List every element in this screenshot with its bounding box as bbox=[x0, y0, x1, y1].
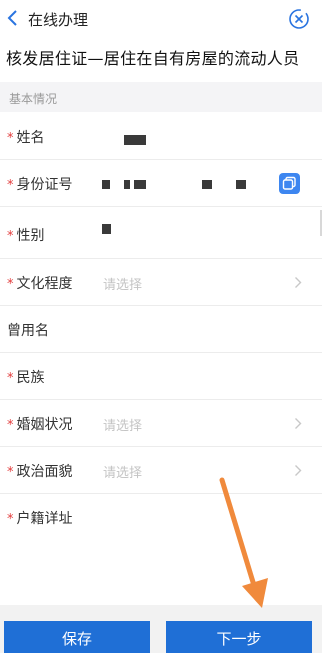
close-circle-icon[interactable] bbox=[288, 8, 310, 30]
redacted-block bbox=[236, 180, 246, 189]
required-mark: * bbox=[7, 512, 14, 527]
field-label: * 民族 bbox=[7, 370, 45, 386]
field-label: * 性别 bbox=[7, 228, 45, 244]
chevron-right-icon bbox=[295, 465, 302, 476]
redacted-block bbox=[124, 180, 130, 189]
back-icon[interactable] bbox=[4, 8, 22, 28]
field-label: * 户籍详址 bbox=[7, 511, 73, 527]
save-button[interactable]: 保存 bbox=[4, 621, 150, 653]
field-row-household-address[interactable]: * 户籍详址 bbox=[0, 494, 322, 604]
field-row-ethnicity[interactable]: * 民族 bbox=[0, 353, 322, 400]
copy-icon bbox=[282, 176, 296, 190]
field-row-political-status[interactable]: * 政治面貌 请选择 bbox=[0, 447, 322, 494]
nav-title: 在线办理 bbox=[28, 11, 89, 29]
nav-bar: 在线办理 bbox=[0, 0, 322, 38]
redacted-block bbox=[202, 180, 212, 189]
chevron-right-icon bbox=[295, 418, 302, 429]
field-label: * 身份证号 bbox=[7, 177, 73, 193]
required-mark: * bbox=[7, 371, 14, 386]
required-mark: * bbox=[7, 465, 14, 480]
redacted-block bbox=[102, 180, 110, 189]
required-mark: * bbox=[7, 131, 14, 146]
required-mark: * bbox=[7, 229, 14, 244]
field-row-name[interactable]: * 姓名 bbox=[0, 113, 322, 160]
field-label: 曾用名 bbox=[7, 323, 49, 339]
select-placeholder: 请选择 bbox=[103, 278, 143, 293]
field-label: * 姓名 bbox=[7, 130, 45, 146]
field-label: * 婚姻状况 bbox=[7, 417, 73, 433]
field-row-id-number[interactable]: * 身份证号 bbox=[0, 160, 322, 207]
required-mark: * bbox=[7, 277, 14, 292]
copy-button[interactable] bbox=[279, 173, 300, 194]
field-row-former-name[interactable]: 曾用名 bbox=[0, 306, 322, 353]
page-title: 核发居住证—居住在自有房屋的流动人员 bbox=[6, 49, 300, 68]
select-placeholder: 请选择 bbox=[103, 419, 143, 434]
footer-bar: 保存 下一步 bbox=[0, 605, 322, 653]
field-row-marital-status[interactable]: * 婚姻状况 请选择 bbox=[0, 400, 322, 447]
field-row-education[interactable]: * 文化程度 请选择 bbox=[0, 259, 322, 306]
field-row-gender[interactable]: * 性别 bbox=[0, 207, 322, 254]
redacted-block bbox=[102, 224, 111, 234]
select-placeholder: 请选择 bbox=[103, 466, 143, 481]
section-title: 基本情况 bbox=[9, 92, 58, 106]
field-label: * 政治面貌 bbox=[7, 464, 73, 480]
redacted-block bbox=[124, 135, 146, 145]
required-mark: * bbox=[7, 418, 14, 433]
next-step-button[interactable]: 下一步 bbox=[166, 621, 312, 653]
chevron-right-icon bbox=[295, 277, 302, 288]
redacted-block bbox=[134, 180, 146, 189]
required-mark: * bbox=[7, 178, 14, 193]
section-header: 基本情况 bbox=[0, 82, 322, 112]
field-label: * 文化程度 bbox=[7, 276, 73, 292]
